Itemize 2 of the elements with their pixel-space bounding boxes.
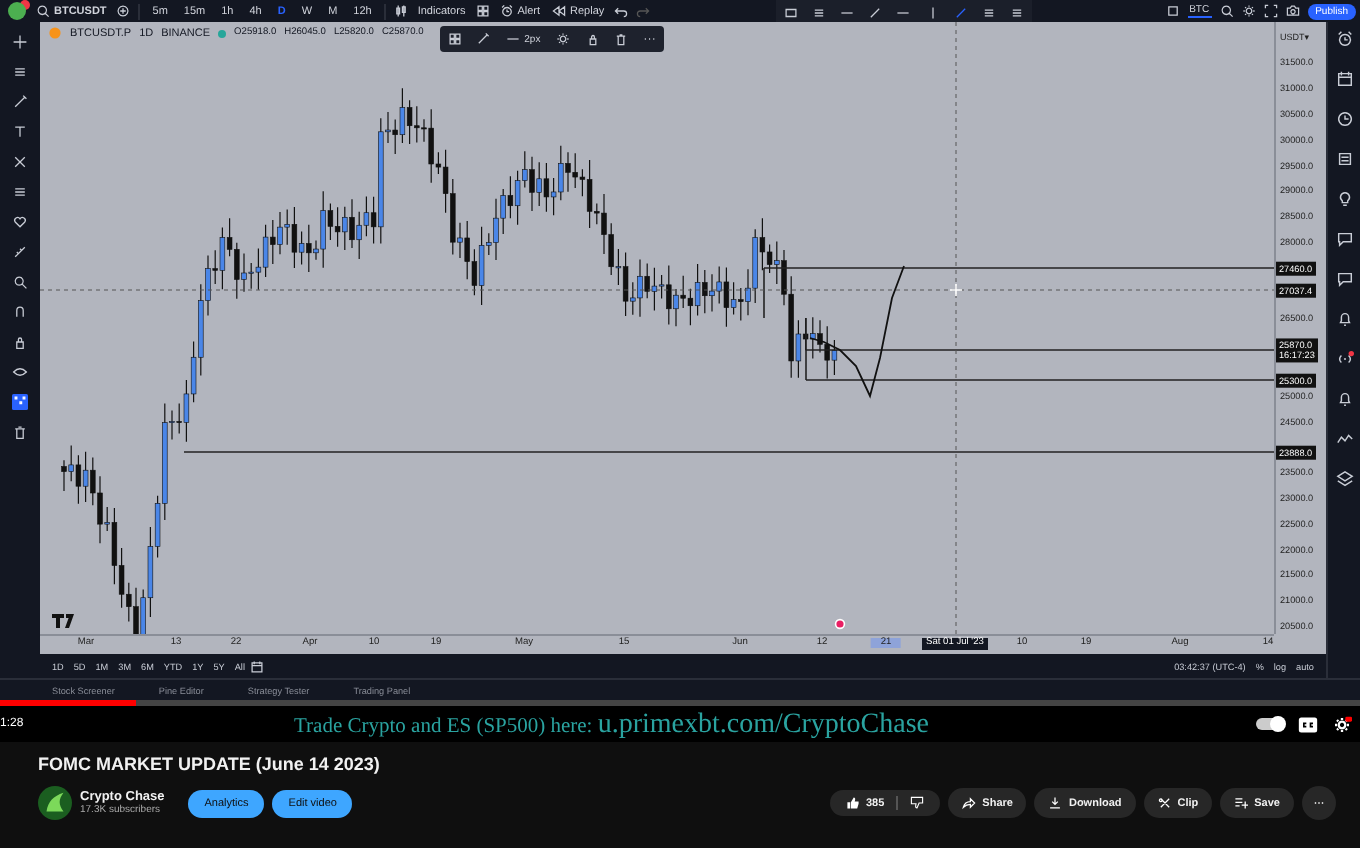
video-title: FOMC MARKET UPDATE (June 14 2023) (38, 754, 382, 774)
caption-text: Trade Crypto and ES (SP500) here: u.primexbt.com/CryptoChase (294, 708, 932, 742)
